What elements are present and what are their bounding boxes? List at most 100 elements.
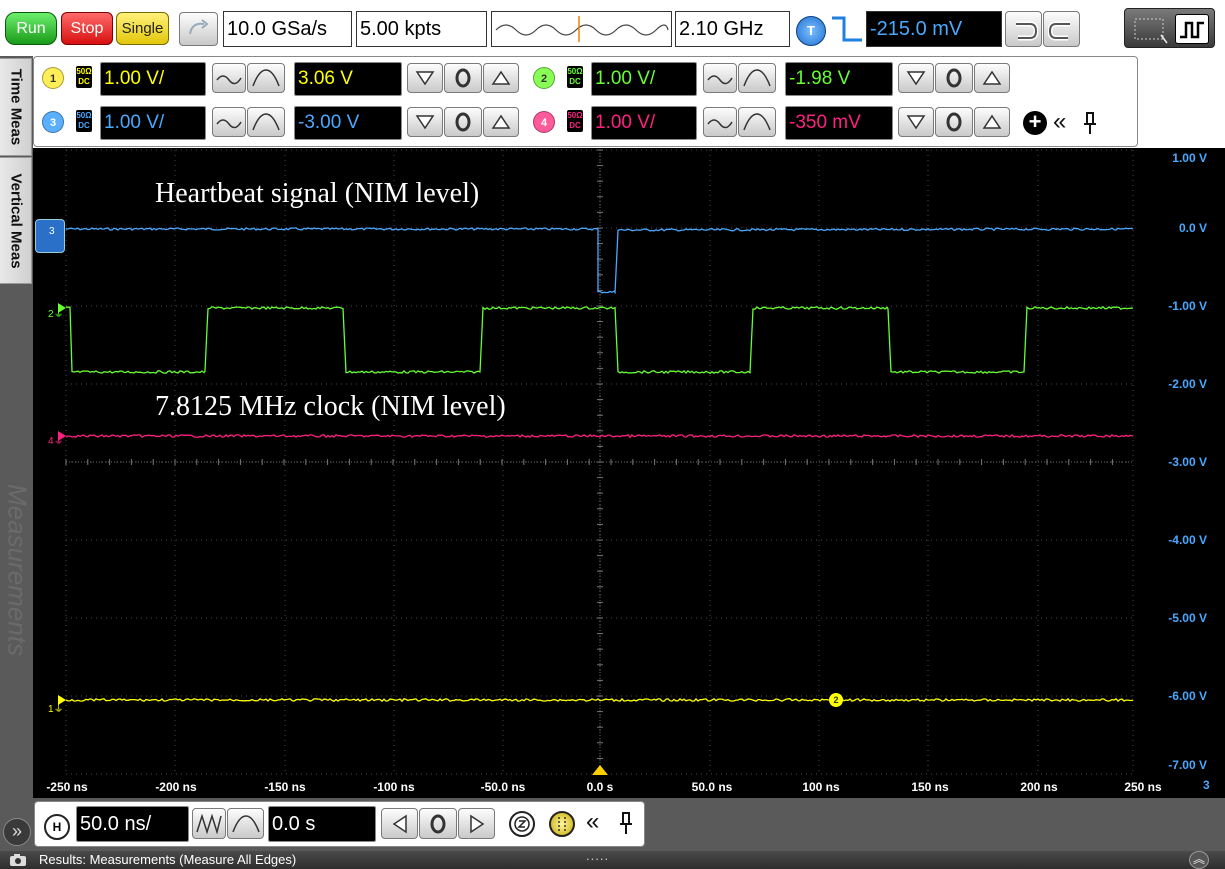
tab-vertical-meas[interactable]: Vertical Meas	[0, 157, 32, 284]
ch2-offset-down[interactable]	[898, 63, 934, 93]
bandwidth-value: 2.10 GHz	[679, 18, 764, 40]
single-label: Single	[121, 20, 164, 37]
ch4-offset-down[interactable]	[898, 107, 934, 137]
y-label: -4.00 V	[1168, 533, 1207, 547]
trigger-badge[interactable]: T	[796, 16, 826, 46]
ch3-wave-toggle-b[interactable]	[247, 107, 285, 137]
plus-icon: +	[1028, 109, 1042, 134]
y-label: -3.00 V	[1168, 455, 1207, 469]
expand-results-button[interactable]: ︽	[1189, 851, 1209, 869]
camera-icon[interactable]	[8, 852, 28, 868]
ch1-coupling-badge[interactable]: 50Ω DC	[76, 66, 92, 88]
ch4-scale[interactable]: 1.00 V/	[591, 106, 697, 140]
drag-handle[interactable]: .....	[586, 848, 609, 863]
waveform-overview-icon	[495, 16, 669, 42]
add-channel-button[interactable]: +	[1023, 111, 1047, 135]
trigger-position-marker[interactable]	[592, 765, 608, 775]
horizontal-badge[interactable]: H	[44, 814, 70, 840]
ch4-offset[interactable]: -350 mV	[785, 106, 893, 140]
sample-rate-value: 10.0 GSa/s	[227, 18, 328, 40]
x-label: 50.0 ns	[691, 780, 733, 794]
pin-icon[interactable]	[1080, 110, 1100, 136]
y-label: -2.00 V	[1168, 377, 1207, 391]
pin-icon[interactable]	[616, 810, 636, 836]
waveform-display[interactable]	[33, 148, 1225, 798]
ch2-wave-toggle-a[interactable]	[703, 63, 737, 93]
position-left-button[interactable]	[381, 808, 418, 839]
ch2-wave-toggle-b[interactable]	[738, 63, 776, 93]
memory-depth-display[interactable]: 5.00 kpts	[356, 11, 487, 47]
annotation-heartbeat: Heartbeat signal (NIM level)	[155, 178, 480, 209]
expand-panel-button[interactable]: »	[3, 818, 31, 846]
ch4-wave-toggle-a[interactable]	[703, 107, 737, 137]
stop-button[interactable]: Stop	[61, 12, 113, 45]
ch2-scale[interactable]: 1.00 V/	[591, 62, 697, 96]
ch3-offset-up[interactable]	[483, 107, 519, 137]
trigger-level-display[interactable]: -215.0 mV	[866, 11, 1002, 47]
timebase-wave-toggle-b[interactable]	[227, 808, 264, 839]
position-right-button[interactable]	[458, 808, 495, 839]
tab-time-meas[interactable]: Time Meas	[0, 58, 32, 156]
results-text[interactable]: Results: Measurements (Measure All Edges…	[39, 852, 296, 867]
run-button[interactable]: Run	[5, 12, 57, 45]
ch2-coupling-badge[interactable]: 50Ω DC	[567, 66, 583, 88]
cursor-toggle-button[interactable]	[549, 811, 575, 837]
ch1-circle[interactable]: 1	[42, 67, 64, 89]
ch1-offset[interactable]: 3.06 V	[294, 62, 402, 96]
ch3-offset-zero[interactable]	[444, 107, 482, 137]
ch1-scale[interactable]: 1.00 V/	[100, 62, 206, 96]
horizontal-position-display[interactable]: 0.0 s	[268, 806, 376, 842]
ch2-offset-zero[interactable]	[935, 63, 973, 93]
ac-wave-icon	[216, 119, 242, 129]
ch2-offset-up[interactable]	[974, 63, 1010, 93]
cursor-marker[interactable]: 2	[829, 693, 843, 707]
ch4-offset-zero[interactable]	[935, 107, 973, 137]
ch3-offset[interactable]: -3.00 V	[294, 106, 402, 140]
ch4-offset-up[interactable]	[974, 107, 1010, 137]
acquisition-overview[interactable]	[491, 11, 672, 47]
tab-measurements[interactable]: Measurements	[0, 380, 33, 760]
ch3-offset-down[interactable]	[407, 107, 443, 137]
trigger-level-value: -215.0 mV	[870, 18, 963, 40]
redo-button[interactable]	[1043, 11, 1080, 47]
undo-button[interactable]	[1005, 11, 1042, 47]
auto-scale-button[interactable]	[179, 12, 218, 46]
zoom-button[interactable]	[509, 811, 535, 837]
ch3-circle[interactable]: 3	[42, 111, 64, 133]
x-label: -200 ns	[155, 780, 197, 794]
ch3-coupling-badge[interactable]: 50Ω DC	[76, 110, 92, 132]
touch-mode-button[interactable]	[1124, 8, 1215, 48]
status-bar[interactable]: Results: Measurements (Measure All Edges…	[0, 848, 1225, 869]
bandwidth-display[interactable]: 2.10 GHz	[675, 11, 790, 47]
ch1-ground-marker[interactable]: 1⏚	[48, 700, 64, 715]
timebase-wave-toggle-a[interactable]	[192, 808, 226, 839]
y-label: -5.00 V	[1168, 611, 1207, 625]
x-label: -50.0 ns	[480, 780, 526, 794]
ch4-circle[interactable]: 4	[533, 111, 555, 133]
timebase-display[interactable]: 50.0 ns/	[76, 806, 189, 842]
ch4-coupling-badge[interactable]: 50Ω DC	[567, 110, 583, 132]
ch3-ground-marker[interactable]: 3	[35, 219, 65, 253]
ch1-wave-toggle-a[interactable]	[212, 63, 246, 93]
sample-rate-display[interactable]: 10.0 GSa/s	[223, 11, 352, 47]
ch3-scale[interactable]: 1.00 V/	[100, 106, 206, 140]
chevron-left-icon	[392, 814, 407, 833]
ch1-offset-down[interactable]	[407, 63, 443, 93]
ch3-wave-toggle-a[interactable]	[212, 107, 246, 137]
ch1-wave-toggle-b[interactable]	[247, 63, 285, 93]
ch2-offset[interactable]: -1.98 V	[785, 62, 893, 96]
ch1-offset-up[interactable]	[483, 63, 519, 93]
collapse-channels-icon[interactable]: «	[1053, 108, 1066, 136]
trigger-edge-icon[interactable]	[828, 14, 864, 46]
ch1-offset-zero[interactable]	[444, 63, 482, 93]
ch2-ground-marker[interactable]: 2⏚	[48, 305, 64, 320]
ch4-ground-marker[interactable]: 4⏚	[48, 432, 64, 447]
annotation-clock: 7.8125 MHz clock (NIM level)	[155, 391, 506, 422]
collapse-horizontal-icon[interactable]: «	[586, 808, 599, 836]
position-zero-button[interactable]	[419, 808, 457, 839]
bandwidth-limit-icon	[743, 113, 771, 131]
ch2-circle[interactable]: 2	[533, 67, 555, 89]
ch4-wave-toggle-b[interactable]	[738, 107, 776, 137]
bandwidth-limit-icon	[252, 113, 280, 131]
single-button[interactable]: Single	[116, 12, 169, 45]
